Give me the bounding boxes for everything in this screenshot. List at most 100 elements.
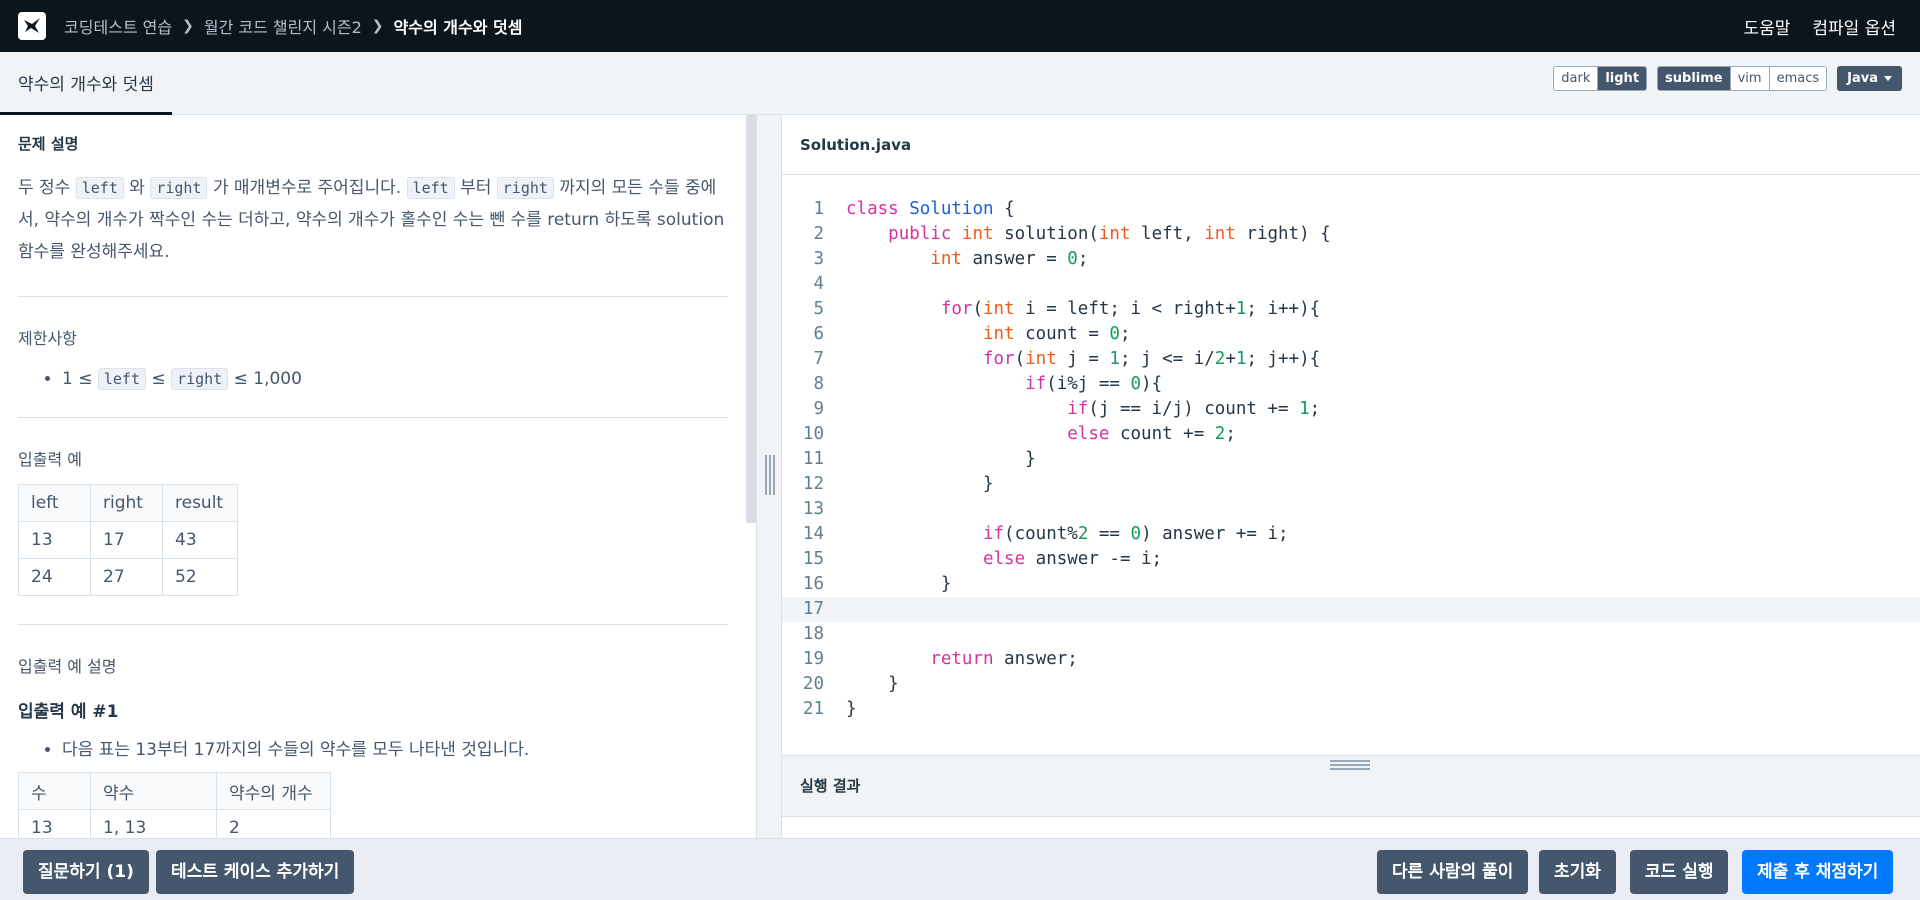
top-navbar: 코딩테스트 연습 ❯ 월간 코드 챌린지 시즌2 ❯ 약수의 개수와 덧셈 도움… <box>0 0 1920 52</box>
programmers-logo-icon[interactable] <box>18 12 46 40</box>
breadcrumb-current: 약수의 개수와 덧셈 <box>393 18 523 37</box>
theme-light-button[interactable]: light <box>1598 67 1647 90</box>
code-text: int answer = 0; <box>930 249 1089 269</box>
line-number: 17 <box>802 599 824 619</box>
problem-description-panel: 문제 설명 두 정수 left 와 right 가 매개변수로 주어집니다. l… <box>0 115 746 838</box>
list-item: 1 ≤ left ≤ right ≤ 1,000 <box>62 363 728 395</box>
problem-text: 두 정수 left 와 right 가 매개변수로 주어집니다. left 부터… <box>18 172 728 268</box>
code-line: 14 if(count%2 == 0) answer += i; <box>782 522 1920 547</box>
compile-options-link[interactable]: 컴파일 옵션 <box>1812 14 1896 39</box>
code-line-active: 17 <box>782 597 1920 622</box>
code-line: 1 class Solution { <box>782 197 1920 222</box>
reset-button[interactable]: 초기화 <box>1539 850 1616 894</box>
code-text: } <box>846 699 857 719</box>
code-text: else count += 2; <box>1067 424 1236 444</box>
inline-code: right <box>150 177 208 199</box>
code-line: 9 if(j == i/j) count += 1; <box>782 397 1920 422</box>
line-number: 1 <box>813 199 824 219</box>
text: ≤ 1,000 <box>233 369 302 389</box>
code-line: 10 else count += 2; <box>782 422 1920 447</box>
code-line: 19 return answer; <box>782 647 1920 672</box>
keymap-emacs-button[interactable]: emacs <box>1769 67 1827 90</box>
code-text: if(count%2 == 0) answer += i; <box>982 524 1289 544</box>
line-number: 21 <box>802 699 824 719</box>
example-1-title: 입출력 예 #1 <box>18 702 119 722</box>
problem-tabbar: 약수의 개수와 덧셈 dark light sublime vim emacs … <box>0 52 1920 115</box>
line-number: 6 <box>813 324 824 344</box>
question-button[interactable]: 질문하기 (1) <box>23 850 149 894</box>
submit-button[interactable]: 제출 후 채점하기 <box>1742 850 1894 894</box>
vertical-grip-icon <box>765 455 775 495</box>
code-text: int count = 0; <box>982 324 1131 344</box>
code-text: if(i%j == 0){ <box>1025 374 1163 394</box>
others-solution-button[interactable]: 다른 사람의 풀이 <box>1377 850 1529 894</box>
table-cell: 2 <box>216 809 331 838</box>
table-header-cell: right <box>90 484 163 522</box>
panel-splitter[interactable] <box>756 115 782 838</box>
line-number: 7 <box>813 349 824 369</box>
inline-code: right <box>496 177 554 199</box>
line-number: 15 <box>802 549 824 569</box>
table-cell: 1, 13 <box>90 809 217 838</box>
inline-code: left <box>75 177 124 199</box>
breadcrumb-challenge[interactable]: 월간 코드 챌린지 시즌2 <box>204 14 362 38</box>
table-cell: 43 <box>162 521 238 559</box>
text: 와 <box>129 178 145 198</box>
table-cell: 52 <box>162 558 238 596</box>
table-cell: 24 <box>18 558 91 596</box>
divider <box>18 296 728 297</box>
breadcrumb-practice[interactable]: 코딩테스트 연습 <box>64 14 172 38</box>
text: 부터 <box>460 178 492 198</box>
code-text: return answer; <box>930 649 1078 669</box>
code-line: 7 for(int j = 1; j <= i/2+1; j++){ <box>782 347 1920 372</box>
divisor-table: 수 약수 약수의 개수 13 1, 13 2 <box>18 772 331 838</box>
code-line: 4 <box>782 272 1920 297</box>
line-number: 3 <box>813 249 824 269</box>
chevron-right-icon: ❯ <box>182 18 194 34</box>
keymap-toggle: sublime vim emacs <box>1657 66 1828 91</box>
editor-header: Solution.java <box>782 115 1920 175</box>
code-text: } <box>846 474 994 494</box>
line-number: 10 <box>802 424 824 444</box>
theme-toggle: dark light <box>1553 66 1648 91</box>
text: 1 ≤ <box>62 369 93 389</box>
text: 두 정수 <box>18 178 71 198</box>
table-header-cell: 약수의 개수 <box>216 772 331 810</box>
add-testcase-button[interactable]: 테스트 케이스 추가하기 <box>156 850 355 894</box>
line-number: 14 <box>802 524 824 544</box>
text: ≤ <box>151 369 166 389</box>
code-text: if(j == i/j) count += 1; <box>1067 399 1321 419</box>
result-output <box>782 817 1920 838</box>
constraints-list: 1 ≤ left ≤ right ≤ 1,000 <box>18 363 728 395</box>
io-example-title: 입출력 예 <box>18 450 82 469</box>
code-line: 15 else answer -= i; <box>782 547 1920 572</box>
description-scrollbar[interactable] <box>746 115 756 523</box>
code-text: else answer -= i; <box>982 549 1163 569</box>
divider <box>18 624 728 625</box>
keymap-sublime-button[interactable]: sublime <box>1658 67 1731 90</box>
line-number: 19 <box>802 649 824 669</box>
tab-problem[interactable]: 약수의 개수와 덧셈 <box>0 52 172 115</box>
theme-dark-button[interactable]: dark <box>1554 67 1599 90</box>
code-line: 8 if(i%j == 0){ <box>782 372 1920 397</box>
horizontal-grip-icon[interactable] <box>1330 760 1370 770</box>
keymap-vim-button[interactable]: vim <box>1730 67 1770 90</box>
code-editor[interactable]: 1 class Solution { 2 public int solution(… <box>782 175 1920 755</box>
table-header-cell: 약수 <box>90 772 217 810</box>
line-number: 13 <box>802 499 824 519</box>
table-row: 수 약수 약수의 개수 <box>18 772 331 810</box>
code-line: 2 public int solution(int left, int righ… <box>782 222 1920 247</box>
text: 가 매개변수로 주어집니다. <box>212 178 402 198</box>
help-link[interactable]: 도움말 <box>1743 14 1790 39</box>
line-number: 4 <box>813 274 824 294</box>
code-text: } <box>846 449 1036 469</box>
language-dropdown[interactable]: Java <box>1837 66 1902 91</box>
table-row: left right result <box>18 484 238 522</box>
caret-down-icon <box>1884 76 1892 81</box>
line-number: 5 <box>813 299 824 319</box>
run-code-button[interactable]: 코드 실행 <box>1630 850 1729 894</box>
result-header: 실행 결과 <box>782 755 1920 817</box>
